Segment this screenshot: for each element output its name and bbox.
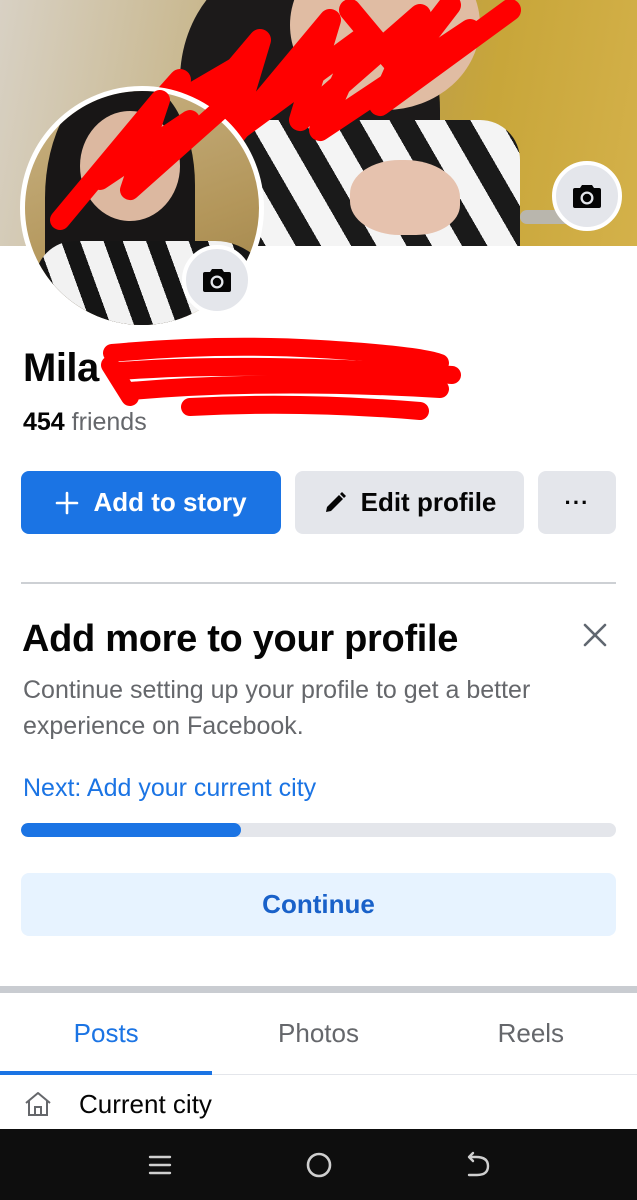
card-title: Add more to your profile [22, 618, 459, 660]
recent-apps-button[interactable] [144, 1149, 176, 1181]
close-icon [583, 623, 607, 647]
system-home-button[interactable] [303, 1149, 335, 1181]
back-icon [467, 1151, 490, 1177]
next-step-link[interactable]: Next: Add your current city [23, 774, 316, 803]
tab-photos[interactable]: Photos [212, 993, 424, 1074]
edit-profile-button[interactable]: Edit profile [295, 471, 524, 534]
profile-name: Mila [23, 346, 99, 396]
more-options-icon: ··· [564, 489, 590, 515]
profile-progress-fill [21, 823, 242, 837]
friends-count-label: friends [71, 408, 147, 436]
edit-profile-picture-button[interactable] [182, 245, 252, 315]
menu-icon [148, 1155, 172, 1175]
add-to-story-label: Add to story [93, 487, 247, 517]
system-back-button[interactable] [462, 1149, 494, 1181]
tab-posts[interactable]: Posts [0, 993, 213, 1075]
section-separator [0, 986, 637, 993]
redaction-scribble-name [101, 337, 461, 420]
avatar-face [80, 111, 180, 221]
profile-tabs: Posts Photos Reels [0, 993, 637, 1075]
tab-posts-label: Posts [73, 1018, 139, 1048]
plus-icon [56, 491, 79, 514]
profile-name-text: Mila [23, 346, 99, 390]
camera-icon [203, 269, 231, 292]
tab-reels-label: Reels [497, 1018, 565, 1048]
current-city-row[interactable]: Current city [23, 1084, 212, 1124]
tab-reels[interactable]: Reels [425, 993, 637, 1074]
friends-count-number: 454 [23, 408, 65, 436]
profile-progress-bar [21, 823, 616, 837]
edit-cover-photo-button[interactable] [552, 161, 622, 231]
current-city-label: Current city [79, 1088, 212, 1119]
circle-icon [306, 1152, 332, 1178]
pencil-icon [325, 491, 346, 512]
dismiss-card-button[interactable] [576, 616, 614, 654]
tab-photos-label: Photos [278, 1018, 359, 1048]
edit-profile-label: Edit profile [360, 487, 497, 517]
home-icon [25, 1092, 51, 1116]
cover-photo-hand [350, 160, 460, 235]
system-navigation-bar [0, 1129, 637, 1200]
card-description: Continue setting up your profile to get … [23, 676, 531, 740]
friends-count[interactable]: 454 friends [23, 408, 147, 437]
continue-button[interactable]: Continue [21, 873, 616, 936]
more-options-button[interactable]: ··· [538, 471, 616, 534]
camera-icon [573, 185, 601, 208]
continue-label: Continue [262, 889, 375, 919]
section-divider [21, 582, 616, 584]
add-to-story-button[interactable]: Add to story [21, 471, 281, 534]
